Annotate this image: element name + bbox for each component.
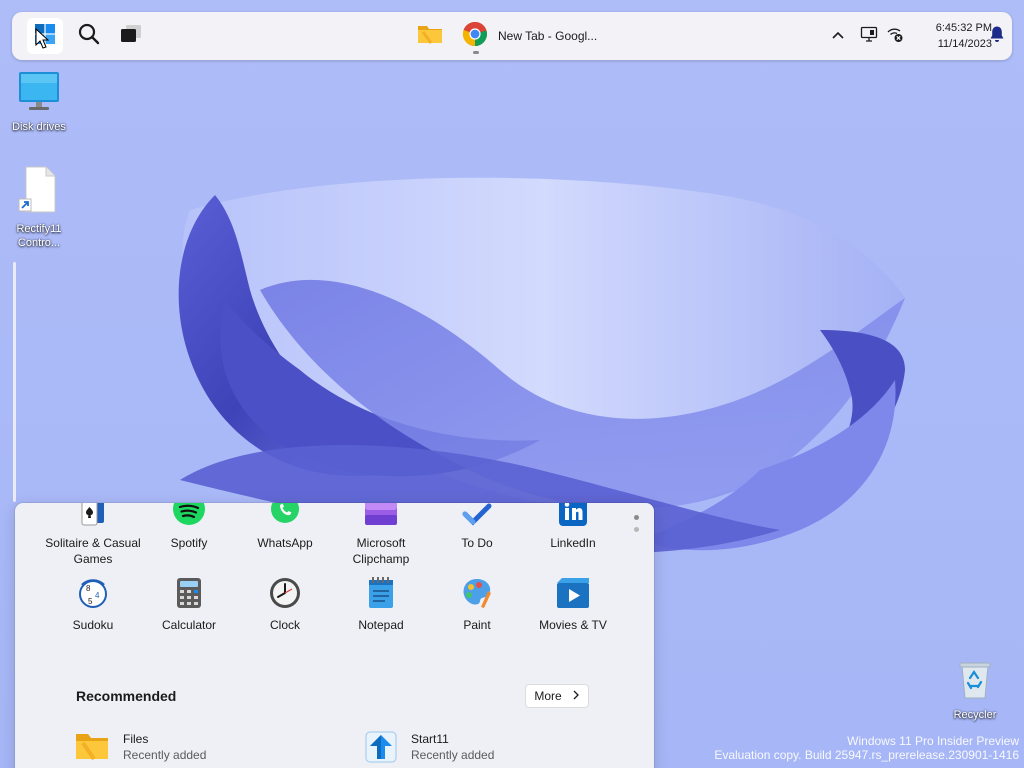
- linkedin-icon: [558, 503, 588, 531]
- calculator-icon: [176, 577, 202, 613]
- recommended-heading: Recommended: [76, 688, 177, 704]
- movies-tv-icon: [556, 577, 590, 613]
- task-view-icon: [119, 24, 143, 49]
- desktop-icon-label: Rectify11 Contro...: [16, 223, 62, 249]
- recycle-bin-icon: [957, 660, 993, 704]
- running-indicator: [473, 51, 479, 54]
- svg-text:4: 4: [95, 591, 100, 600]
- page-dot-2[interactable]: [634, 527, 639, 532]
- recommended-item-name: Start11: [411, 732, 449, 746]
- paint-icon: [461, 577, 493, 613]
- monitor-icon: [17, 70, 61, 116]
- start-app-spotify[interactable]: Spotify: [141, 503, 237, 551]
- start-app-label: Movies & TV: [539, 618, 607, 632]
- sudoku-icon: 8 4 5: [78, 577, 108, 613]
- start-app-calculator[interactable]: Calculator: [141, 577, 237, 633]
- watermark-line-2: Evaluation copy. Build 25947.rs_prerelea…: [714, 748, 1019, 762]
- desktop-icon-rectify11[interactable]: Rectify11 Contro...: [3, 166, 75, 250]
- search-button[interactable]: [71, 18, 107, 54]
- solitaire-icon: [78, 503, 108, 531]
- desktop-icon-label: Recycler: [953, 709, 997, 721]
- start-app-label: Clock: [269, 618, 300, 632]
- page-dot-1[interactable]: [634, 515, 639, 520]
- taskbar: New Tab - Googl... 6:45:32 PM 11/14/2023: [12, 12, 1012, 60]
- start-app-linkedin[interactable]: LinkedIn: [525, 503, 621, 551]
- recommended-item-start11[interactable]: Start11 Recently added: [365, 731, 494, 768]
- notifications-button[interactable]: [986, 18, 1008, 54]
- start-app-label: Calculator: [161, 618, 217, 632]
- start-app-label: Notepad: [358, 618, 404, 632]
- clock-time: 6:45:32 PM: [935, 22, 992, 34]
- svg-text:8: 8: [86, 584, 91, 593]
- start-app-movies-tv[interactable]: Movies & TV: [525, 577, 621, 633]
- start-app-label: Spotify: [170, 536, 208, 550]
- desktop-icon-label: Disk drives: [12, 121, 66, 133]
- start11-icon: [365, 731, 397, 768]
- folder-icon: [417, 23, 443, 50]
- taskbar-file-explorer[interactable]: [412, 18, 448, 54]
- notepad-icon: [368, 577, 394, 613]
- start-app-sudoku[interactable]: 8 4 5 Sudoku: [45, 579, 141, 633]
- start-app-label: Paint: [463, 618, 491, 632]
- clipchamp-icon: [364, 503, 398, 531]
- start-app-label: Sudoku: [72, 618, 114, 632]
- start-app-whatsapp[interactable]: WhatsApp: [237, 503, 333, 551]
- chevron-right-icon: [572, 689, 580, 703]
- tray-overflow-button[interactable]: [826, 18, 850, 54]
- bell-icon: [989, 25, 1005, 48]
- task-view-button[interactable]: [113, 18, 149, 54]
- start-menu: Solitaire & Casual Games Spotify WhatsAp…: [15, 503, 654, 768]
- start-app-solitaire[interactable]: Solitaire & Casual Games: [45, 503, 141, 567]
- start-app-clipchamp[interactable]: Microsoft Clipchamp: [333, 503, 429, 567]
- start-app-notepad[interactable]: Notepad: [333, 577, 429, 633]
- start-app-label: Solitaire & Casual Games: [45, 536, 141, 566]
- spotify-icon: [173, 503, 205, 531]
- start-app-label: Microsoft Clipchamp: [352, 536, 410, 566]
- start-app-clock[interactable]: Clock: [237, 577, 333, 633]
- desktop-icon-disk-drives[interactable]: Disk drives: [3, 70, 75, 134]
- start-app-todo[interactable]: To Do: [429, 503, 525, 551]
- chrome-window-title: New Tab - Googl...: [498, 29, 598, 43]
- clock-icon: [269, 577, 301, 613]
- recommended-item-name: Files: [123, 732, 149, 746]
- recommended-more-button[interactable]: More: [525, 684, 589, 708]
- file-shortcut-icon: [17, 166, 61, 218]
- taskbar-chrome-window[interactable]: New Tab - Googl...: [458, 18, 618, 54]
- folder-icon: [75, 731, 109, 766]
- start-app-paint[interactable]: Paint: [429, 579, 525, 633]
- evaluation-watermark: Windows 11 Pro Insider Preview Evaluatio…: [714, 734, 1019, 762]
- clock-date: 11/14/2023: [937, 38, 992, 50]
- watermark-line-1: Windows 11 Pro Insider Preview: [847, 734, 1019, 748]
- todo-icon: [462, 503, 492, 531]
- more-button-label: More: [534, 689, 562, 703]
- start-menu-scrollbar[interactable]: [13, 262, 16, 502]
- tray-network-button[interactable]: [884, 18, 906, 54]
- recommended-item-sub: Recently added: [411, 748, 495, 762]
- tray-display-button[interactable]: [858, 18, 880, 54]
- recommended-item-sub: Recently added: [123, 748, 207, 762]
- search-icon: [78, 23, 100, 50]
- network-disconnected-icon: [886, 25, 904, 48]
- chrome-icon: [462, 21, 488, 52]
- svg-text:5: 5: [88, 597, 93, 606]
- desktop-icon-recycler[interactable]: Recycler: [939, 660, 1011, 722]
- recommended-item-files[interactable]: Files Recently added: [75, 731, 206, 766]
- pinned-page-indicator[interactable]: [634, 515, 640, 539]
- taskbar-clock[interactable]: 6:45:32 PM 11/14/2023: [912, 20, 992, 52]
- chevron-up-icon: [831, 27, 845, 45]
- start-app-label: To Do: [461, 536, 493, 550]
- display-icon: [860, 25, 878, 48]
- start-app-label: WhatsApp: [257, 536, 313, 550]
- whatsapp-icon: [270, 503, 300, 531]
- start-app-label: LinkedIn: [550, 536, 596, 550]
- mouse-cursor-icon: [35, 27, 50, 55]
